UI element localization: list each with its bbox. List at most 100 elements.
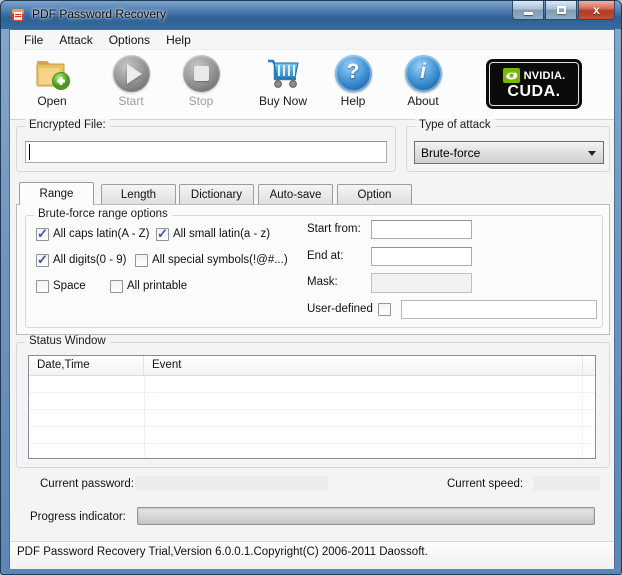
tab-length[interactable]: Length <box>101 184 176 204</box>
about-icon: i <box>404 55 442 92</box>
about-button[interactable]: i About <box>392 55 454 115</box>
current-speed-label: Current speed: <box>447 478 524 490</box>
encrypted-file-input[interactable] <box>25 141 387 163</box>
maximize-button[interactable] <box>545 1 577 20</box>
menu-help[interactable]: Help <box>159 31 198 49</box>
mask-input[interactable] <box>371 273 472 293</box>
app-icon <box>10 7 26 23</box>
checkbox-box[interactable] <box>36 252 49 268</box>
text-caret <box>29 144 30 160</box>
menu-file[interactable]: File <box>17 31 50 49</box>
table-row <box>29 427 595 444</box>
start-button[interactable]: Start <box>100 55 162 115</box>
checkbox-all-printable[interactable]: All printable <box>110 279 187 293</box>
table-row <box>29 393 595 410</box>
brute-force-options-label: Brute-force range options <box>34 208 172 220</box>
tab-auto-save[interactable]: Auto-save <box>258 184 333 204</box>
user-defined-label: User-defined <box>307 303 373 315</box>
start-from-label: Start from: <box>307 223 361 235</box>
checkbox-space[interactable]: Space <box>36 279 86 293</box>
table-row <box>29 410 595 427</box>
checkbox-all-caps-latin[interactable]: All caps latin(A - Z) <box>36 226 150 242</box>
stop-label: Stop <box>188 94 214 108</box>
stop-icon <box>182 55 220 92</box>
titlebar[interactable]: PDF Password Recovery x <box>1 1 621 29</box>
mask-label: Mask: <box>307 276 338 288</box>
minimize-icon <box>523 11 533 15</box>
checkbox-box[interactable] <box>36 279 49 293</box>
nvidia-eye-icon <box>502 68 520 83</box>
table-row <box>29 444 595 458</box>
status-bar-text: PDF Password Recovery Trial,Version 6.0.… <box>17 546 428 558</box>
tab-range[interactable]: Range <box>19 182 94 205</box>
checkbox-box[interactable] <box>378 302 391 316</box>
start-icon <box>112 55 150 92</box>
current-password-label: Current password: <box>40 478 134 490</box>
encrypted-file-group: Encrypted File: <box>16 119 396 172</box>
status-window-group: Status Window Date,Time Event <box>16 335 610 468</box>
type-of-attack-group-label: Type of attack <box>415 119 495 131</box>
brute-force-options-group: Brute-force range options All caps latin… <box>25 208 603 328</box>
status-bar: PDF Password Recovery Trial,Version 6.0.… <box>10 541 614 569</box>
stop-button[interactable]: Stop <box>170 55 232 115</box>
attack-type-dropdown[interactable]: Brute-force <box>414 141 604 164</box>
status-window-label: Status Window <box>25 335 110 347</box>
status-table[interactable]: Date,Time Event <box>28 355 596 459</box>
window-controls: x <box>512 1 615 20</box>
open-folder-icon <box>36 61 70 90</box>
progress-bar <box>137 507 595 525</box>
column-header-spacer <box>583 356 595 375</box>
menu-attack[interactable]: Attack <box>52 31 99 49</box>
attack-type-selected: Brute-force <box>421 145 481 160</box>
open-label: Open <box>37 94 67 108</box>
checkbox-all-small-latin[interactable]: All small latin(a - z) <box>156 226 270 242</box>
checkbox-box[interactable] <box>135 253 148 267</box>
open-button[interactable]: Open <box>20 55 84 115</box>
user-defined-input[interactable] <box>401 300 597 319</box>
type-of-attack-group: Type of attack Brute-force <box>406 119 610 172</box>
help-label: Help <box>340 94 366 108</box>
checkbox-box[interactable] <box>110 279 123 293</box>
client-area: File Attack Options Help Open Start Stop… <box>9 29 615 569</box>
checkbox-all-special-symbols[interactable]: All special symbols(!@#...) <box>135 253 288 267</box>
buy-now-label: Buy Now <box>258 94 308 108</box>
end-at-input[interactable] <box>371 247 472 266</box>
checkbox-box[interactable] <box>36 226 49 242</box>
encrypted-file-group-label: Encrypted File: <box>25 119 110 131</box>
window-title: PDF Password Recovery <box>32 7 167 21</box>
nvidia-cuda-badge: NVIDIA. CUDA. <box>486 59 582 109</box>
start-from-input[interactable] <box>371 220 472 239</box>
column-divider <box>582 376 583 458</box>
end-at-label: End at: <box>307 250 344 262</box>
minimize-button[interactable] <box>512 1 544 20</box>
current-speed-value <box>534 476 600 491</box>
about-label: About <box>407 94 439 108</box>
maximize-icon <box>556 6 566 14</box>
column-header-event[interactable]: Event <box>144 356 583 375</box>
shopping-cart-icon <box>268 59 299 88</box>
column-header-datetime[interactable]: Date,Time <box>29 356 144 375</box>
help-icon: ? <box>334 55 372 92</box>
tab-option[interactable]: Option <box>337 184 412 204</box>
buy-now-button[interactable]: Buy Now <box>248 55 318 115</box>
menu-bar: File Attack Options Help <box>10 30 614 50</box>
cuda-product-text: CUDA. <box>507 83 561 100</box>
column-divider <box>144 376 145 458</box>
close-icon: x <box>593 3 600 17</box>
toolbar: Open Start Stop Buy Now ? Help i About N… <box>10 50 614 120</box>
start-label: Start <box>118 94 144 108</box>
help-button[interactable]: ? Help <box>322 55 384 115</box>
menu-options[interactable]: Options <box>102 31 157 49</box>
range-tab-panel: Brute-force range options All caps latin… <box>16 204 610 335</box>
table-row <box>29 376 595 393</box>
app-window: PDF Password Recovery x File Attack Opti… <box>0 0 622 575</box>
progress-indicator-label: Progress indicator: <box>30 511 126 523</box>
checkbox-user-defined[interactable] <box>378 302 391 316</box>
status-table-header: Date,Time Event <box>29 356 595 376</box>
close-button[interactable]: x <box>578 1 615 20</box>
nvidia-brand-text: NVIDIA. <box>523 69 566 82</box>
checkbox-all-digits[interactable]: All digits(0 - 9) <box>36 252 127 268</box>
chevron-down-icon <box>588 151 596 156</box>
tab-dictionary[interactable]: Dictionary <box>179 184 254 204</box>
checkbox-box[interactable] <box>156 226 169 242</box>
